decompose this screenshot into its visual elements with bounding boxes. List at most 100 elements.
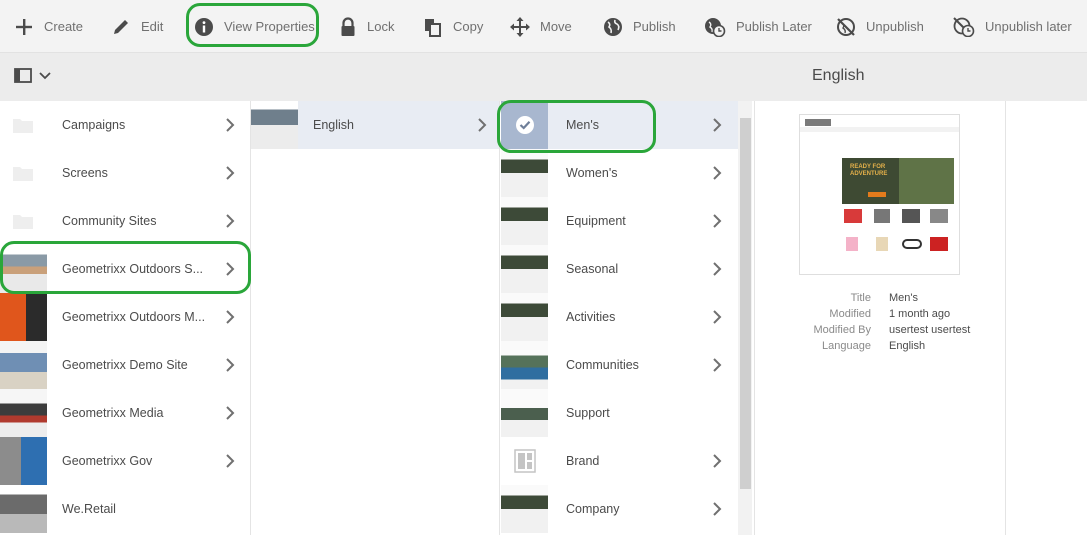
copy-label: Copy xyxy=(453,19,484,34)
publish-label: Publish xyxy=(633,19,676,34)
edit-button[interactable]: Edit xyxy=(111,0,163,53)
list-item[interactable]: Geometrixx Outdoors M... xyxy=(0,293,250,341)
publish-button[interactable]: Publish xyxy=(603,0,676,53)
page-thumbnail xyxy=(501,149,548,197)
page-thumbnail xyxy=(501,341,548,389)
chevron-right-icon xyxy=(713,214,722,228)
create-button[interactable]: Create xyxy=(14,0,83,53)
page-thumbnail xyxy=(0,341,47,389)
language-value: English xyxy=(889,340,926,352)
list-item-selected[interactable]: English xyxy=(251,101,499,149)
page-thumbnail xyxy=(501,389,548,437)
list-item-label: Women's xyxy=(566,166,618,180)
list-item-label: Equipment xyxy=(566,214,626,228)
chevron-right-icon xyxy=(713,166,722,180)
list-item-label: Men's xyxy=(566,118,599,132)
modified-key: Modified xyxy=(829,308,871,320)
page-thumbnail xyxy=(0,245,47,293)
page-thumbnail-selected xyxy=(501,101,548,149)
list-item[interactable]: We.Retail xyxy=(0,485,250,533)
page-thumbnail xyxy=(501,293,548,341)
list-item[interactable]: Geometrixx Demo Site xyxy=(0,341,250,389)
chevron-right-icon xyxy=(226,358,235,372)
chevron-right-icon xyxy=(713,118,722,132)
unpublish-later-label: Unpublish later xyxy=(985,19,1072,34)
list-item-label: Campaigns xyxy=(62,118,126,132)
chevron-right-icon xyxy=(713,358,722,372)
page-preview-thumbnail: READY FOR ADVENTURE xyxy=(799,114,960,275)
lock-label: Lock xyxy=(367,19,395,34)
preview-hero-banner: READY FOR ADVENTURE xyxy=(842,158,954,204)
list-item-label: Company xyxy=(566,502,620,516)
checkmark-icon xyxy=(516,116,534,134)
list-item-label: Geometrixx Gov xyxy=(62,454,153,468)
list-item-selected[interactable]: Men's xyxy=(501,101,738,149)
chevron-right-icon xyxy=(226,214,235,228)
list-item[interactable]: Women's xyxy=(501,149,738,197)
unpublish-button[interactable]: Unpublish xyxy=(836,0,924,53)
list-item-label: Communities xyxy=(566,358,639,372)
folder-icon xyxy=(13,119,33,133)
publish-later-button[interactable]: Publish Later xyxy=(704,0,812,53)
column-scrollbar-thumb[interactable] xyxy=(740,118,751,489)
list-item-label: Geometrixx Outdoors S... xyxy=(62,262,204,276)
globe-clock-icon xyxy=(705,17,726,37)
unpublish-later-button[interactable]: Unpublish later xyxy=(953,0,1072,53)
folder-icon xyxy=(13,167,33,181)
preview-headline: READY FOR ADVENTURE xyxy=(850,164,888,177)
view-properties-button[interactable]: View Properties xyxy=(194,0,315,53)
chevron-right-icon xyxy=(713,502,722,516)
modified-by-key: Modified By xyxy=(813,324,871,336)
list-item[interactable]: Geometrixx Media xyxy=(0,389,250,437)
chevron-right-icon xyxy=(713,262,722,276)
chevron-right-icon xyxy=(226,118,235,132)
list-item[interactable]: Geometrixx Gov xyxy=(0,437,250,485)
pencil-icon xyxy=(114,19,128,34)
column-languages: English xyxy=(251,101,500,535)
page-thumbnail xyxy=(501,437,548,485)
chevron-right-icon xyxy=(226,454,235,468)
list-item-label: Screens xyxy=(62,166,108,180)
chevron-right-icon xyxy=(713,310,722,324)
page-thumbnail xyxy=(251,101,298,149)
list-item-label: Geometrixx Demo Site xyxy=(62,358,188,372)
move-button[interactable]: Move xyxy=(510,0,572,53)
list-item[interactable]: Company xyxy=(501,485,738,533)
page-thumbnail xyxy=(0,293,47,341)
chevron-right-icon xyxy=(226,310,235,324)
copy-button[interactable]: Copy xyxy=(423,0,483,53)
list-item[interactable]: Brand xyxy=(501,437,738,485)
list-item[interactable]: Communities xyxy=(501,341,738,389)
chevron-right-icon xyxy=(226,406,235,420)
column-pages: Men's Women's Equipment Seasonal Activit… xyxy=(501,101,738,535)
unpublish-clock-icon xyxy=(953,16,975,37)
list-item-label: Activities xyxy=(566,310,616,324)
rail-toggle-button[interactable] xyxy=(14,68,52,84)
lock-icon xyxy=(341,16,355,36)
preview-logo xyxy=(805,119,831,126)
list-item[interactable]: Activities xyxy=(501,293,738,341)
list-item-label: Seasonal xyxy=(566,262,619,276)
title-value: Men's xyxy=(889,292,918,304)
list-item-label: We.Retail xyxy=(62,502,116,516)
rail-panel-icon xyxy=(14,68,32,83)
language-key: Language xyxy=(822,340,871,352)
list-item[interactable]: Seasonal xyxy=(501,245,738,293)
list-item-label: Geometrixx Outdoors M... xyxy=(62,310,206,324)
list-item[interactable]: Equipment xyxy=(501,197,738,245)
info-icon xyxy=(195,17,213,36)
list-item-label: English xyxy=(313,118,354,132)
move-icon xyxy=(510,16,530,37)
list-item[interactable]: Geometrixx Outdoors S... xyxy=(0,245,250,293)
list-item[interactable]: Campaigns xyxy=(0,101,250,149)
modified-value: 1 month ago xyxy=(889,308,951,320)
page-thumbnail xyxy=(0,389,47,437)
list-item[interactable]: Support xyxy=(501,389,738,437)
lock-button[interactable]: Lock xyxy=(339,0,394,53)
list-item-label: Support xyxy=(566,406,610,420)
list-item[interactable]: Community Sites xyxy=(0,197,250,245)
page-thumbnail xyxy=(0,437,47,485)
page-thumbnail xyxy=(0,485,47,533)
chevron-right-icon xyxy=(713,454,722,468)
list-item[interactable]: Screens xyxy=(0,149,250,197)
